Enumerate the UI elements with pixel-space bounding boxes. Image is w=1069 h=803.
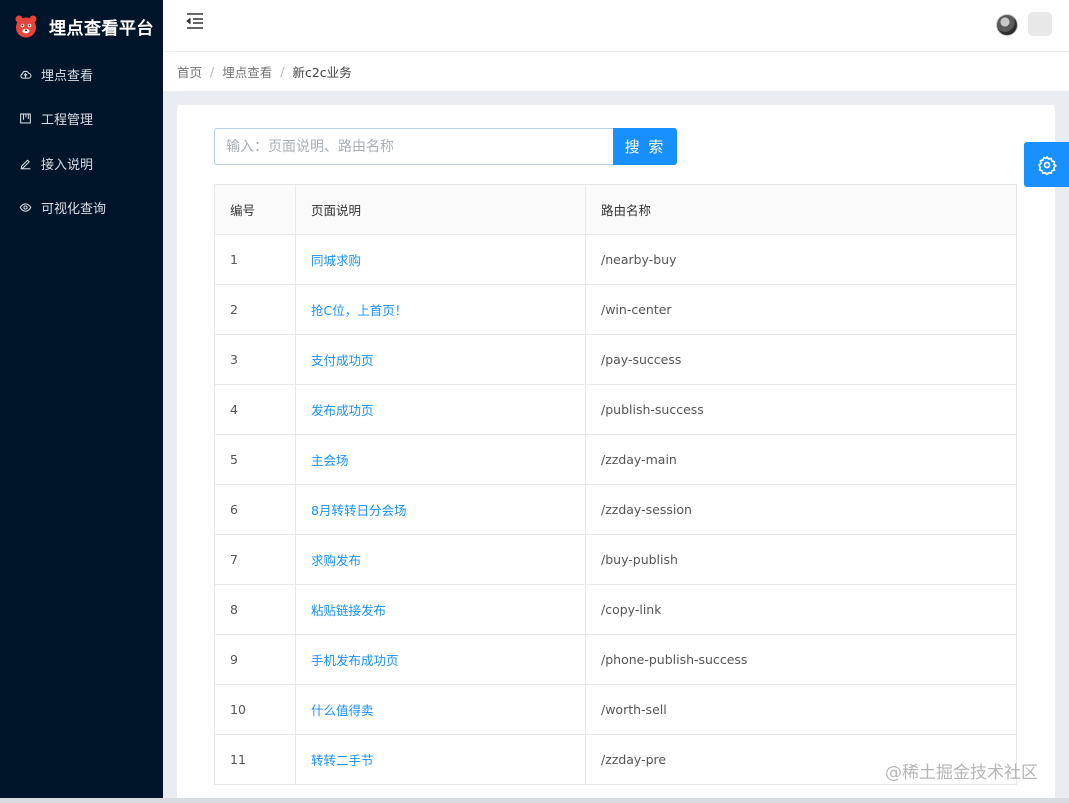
cell-id: 11 xyxy=(214,734,296,785)
cell-id: 6 xyxy=(214,484,296,535)
page-desc-link[interactable]: 什么值得卖 xyxy=(295,684,586,735)
table-row: 6 8月转转日分会场 /zzday-session xyxy=(214,484,1017,535)
cell-route: /zzday-main xyxy=(585,434,1017,485)
menu-fold-icon[interactable] xyxy=(185,12,205,30)
cell-id: 9 xyxy=(214,634,296,685)
table-row: 9 手机发布成功页 /phone-publish-success xyxy=(214,634,1017,685)
cell-id: 4 xyxy=(214,384,296,435)
app-title: 埋点查看平台 xyxy=(49,18,154,39)
page-desc-link[interactable]: 转转二手节 xyxy=(295,734,586,785)
sidebar-item-access-guide[interactable]: 接入说明 xyxy=(0,141,163,186)
cloud-icon xyxy=(20,70,32,79)
cell-id: 3 xyxy=(214,334,296,385)
cell-id: 1 xyxy=(214,234,296,285)
window-bottom-edge xyxy=(0,798,1069,803)
page-desc-link[interactable]: 8月转转日分会场 xyxy=(295,484,586,535)
cell-route: /zzday-session xyxy=(585,484,1017,535)
cell-route: /nearby-buy xyxy=(585,234,1017,285)
table-row: 8 粘贴链接发布 /copy-link xyxy=(214,584,1017,635)
gear-icon xyxy=(1037,155,1057,175)
content-card: 搜 索 编号 页面说明 路由名称 1 同城求购 /nearby-buy 2 抢C… xyxy=(177,105,1055,803)
cell-route: /worth-sell xyxy=(585,684,1017,735)
page-desc-link[interactable]: 粘贴链接发布 xyxy=(295,584,586,635)
table-row: 10 什么值得卖 /worth-sell xyxy=(214,684,1017,735)
user-menu-button[interactable] xyxy=(1028,12,1052,36)
table-row: 1 同城求购 /nearby-buy xyxy=(214,234,1017,285)
search-input[interactable] xyxy=(214,128,614,165)
page-desc-link[interactable]: 支付成功页 xyxy=(295,334,586,385)
sidebar-item-tracking-view[interactable]: 埋点查看 xyxy=(0,52,163,97)
table-row: 7 求购发布 /buy-publish xyxy=(214,534,1017,585)
cell-route: /publish-success xyxy=(585,384,1017,435)
cell-route: /win-center xyxy=(585,284,1017,335)
sidebar-item-label: 接入说明 xyxy=(41,157,94,173)
table-row: 4 发布成功页 /publish-success xyxy=(214,384,1017,435)
cell-id: 7 xyxy=(214,534,296,585)
settings-button[interactable] xyxy=(1024,142,1069,187)
page-desc-link[interactable]: 主会场 xyxy=(295,434,586,485)
tracking-table: 编号 页面说明 路由名称 1 同城求购 /nearby-buy 2 抢C位，上首… xyxy=(214,184,1017,785)
bear-logo-icon xyxy=(15,15,37,38)
table-header-row: 编号 页面说明 路由名称 xyxy=(214,184,1017,235)
breadcrumb-separator: / xyxy=(280,64,285,79)
cell-id: 10 xyxy=(214,684,296,735)
column-header-desc: 页面说明 xyxy=(295,184,586,235)
breadcrumb: 首页 / 埋点查看 / 新c2c业务 xyxy=(163,52,1069,91)
sidebar-item-project-manage[interactable]: 工程管理 xyxy=(0,97,163,142)
page-desc-link[interactable]: 发布成功页 xyxy=(295,384,586,435)
cell-route: /copy-link xyxy=(585,584,1017,635)
cell-route: /pay-success xyxy=(585,334,1017,385)
breadcrumb-item-current: 新c2c业务 xyxy=(292,65,352,80)
watermark: @稀土掘金技术社区 xyxy=(885,763,1038,783)
cell-route: /buy-publish xyxy=(585,534,1017,585)
page-desc-link[interactable]: 同城求购 xyxy=(295,234,586,285)
edit-icon xyxy=(20,159,31,170)
page-desc-link[interactable]: 抢C位，上首页！ xyxy=(295,284,586,335)
breadcrumb-item-home[interactable]: 首页 xyxy=(177,62,202,81)
breadcrumb-item-tracking[interactable]: 埋点查看 xyxy=(222,62,272,81)
app-logo[interactable]: 埋点查看平台 xyxy=(0,0,163,52)
column-header-route: 路由名称 xyxy=(585,184,1017,235)
sidebar-item-label: 埋点查看 xyxy=(41,68,94,84)
sidebar: 埋点查看平台 埋点查看 工程管理 接入说明 可视化查询 xyxy=(0,0,163,798)
sidebar-item-visual-query[interactable]: 可视化查询 xyxy=(0,186,163,231)
top-header xyxy=(163,0,1069,52)
column-header-id: 编号 xyxy=(214,184,296,235)
search-button[interactable]: 搜 索 xyxy=(613,128,677,165)
page-desc-link[interactable]: 手机发布成功页 xyxy=(295,634,586,685)
sidebar-item-label: 可视化查询 xyxy=(41,202,107,218)
sidebar-item-label: 工程管理 xyxy=(41,113,94,129)
cell-id: 5 xyxy=(214,434,296,485)
table-row: 3 支付成功页 /pay-success xyxy=(214,334,1017,385)
table-row: 2 抢C位，上首页！ /win-center xyxy=(214,284,1017,335)
cell-id: 8 xyxy=(214,584,296,635)
project-icon xyxy=(20,113,31,124)
sidebar-menu: 埋点查看 工程管理 接入说明 可视化查询 xyxy=(0,52,163,230)
page-desc-link[interactable]: 求购发布 xyxy=(295,534,586,585)
breadcrumb-separator: / xyxy=(210,64,215,79)
eye-icon xyxy=(19,203,32,212)
table-row: 5 主会场 /zzday-main xyxy=(214,434,1017,485)
cell-route: /phone-publish-success xyxy=(585,634,1017,685)
avatar[interactable] xyxy=(996,14,1018,36)
cell-id: 2 xyxy=(214,284,296,335)
